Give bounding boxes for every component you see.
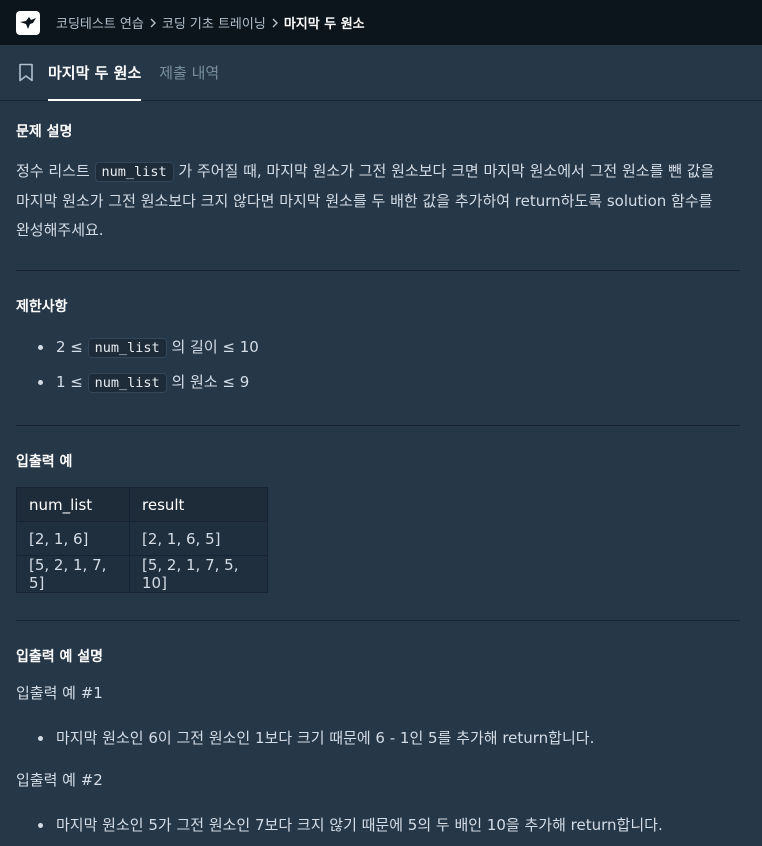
breadcrumb-coding-test[interactable]: 코딩테스트 연습 — [56, 13, 144, 32]
section-divider — [16, 425, 740, 426]
breadcrumb-current-problem: 마지막 두 원소 — [283, 17, 365, 32]
description-text: 완성해주세요. — [16, 221, 104, 239]
examples-table: num_list result [2, 1, 6] [2, 1, 6, 5] [… — [16, 487, 268, 593]
description-text: 마지막 원소가 그전 원소보다 크지 않다면 마지막 원소를 두 배한 값을 추… — [16, 192, 713, 210]
table-row: [2, 1, 6] [2, 1, 6, 5] — [16, 521, 268, 556]
constraint-text: 의 길이 ≤ 10 — [166, 338, 259, 356]
table-header-row: num_list result — [16, 487, 268, 522]
table-cell: [2, 1, 6, 5] — [129, 521, 268, 556]
example-2-list: 마지막 원소인 5가 그전 원소인 7보다 크지 않기 때문에 5의 두 배인 … — [16, 808, 740, 842]
section-heading-examples: 입출력 예 — [16, 454, 73, 470]
inline-code: num_list — [94, 162, 174, 182]
column-header: result — [129, 487, 268, 522]
problem-tab-bar: 마지막 두 원소 제출 내역 — [0, 45, 762, 101]
table-cell: [2, 1, 6] — [16, 521, 130, 556]
chevron-right-icon — [266, 18, 284, 28]
list-item: 마지막 원소인 5가 그전 원소인 7보다 크지 않기 때문에 5의 두 배인 … — [16, 808, 740, 842]
list-item: 1 ≤ num_list 의 원소 ≤ 9 — [16, 365, 740, 400]
section-divider — [16, 620, 740, 621]
tab-submissions[interactable]: 제출 내역 — [159, 45, 219, 100]
example-1-title: 입출력 예 #1 — [16, 684, 103, 702]
table-row: [5, 2, 1, 7, 5] [5, 2, 1, 7, 5, 10] — [16, 555, 268, 593]
inline-code: num_list — [87, 373, 167, 393]
constraints-list: 2 ≤ num_list 의 길이 ≤ 10 1 ≤ num_list 의 원소… — [16, 330, 740, 400]
problem-content: 문제 설명 정수 리스트 num_list 가 주어질 때, 마지막 원소가 그… — [0, 101, 762, 842]
example-2-title: 입출력 예 #2 — [16, 771, 103, 789]
inline-code: num_list — [87, 338, 167, 358]
description-text: 가 주어질 때, 마지막 원소가 그전 원소보다 크면 마지막 원소에서 그전 … — [173, 162, 715, 180]
table-cell: [5, 2, 1, 7, 5, 10] — [129, 555, 268, 593]
example-1-list: 마지막 원소인 6이 그전 원소인 1보다 크기 때문에 6 - 1인 5를 추… — [16, 721, 740, 755]
section-divider — [16, 270, 740, 271]
chevron-right-icon — [144, 18, 162, 28]
list-item: 2 ≤ num_list 의 길이 ≤ 10 — [16, 330, 740, 365]
section-heading-explanation: 입출력 예 설명 — [16, 649, 104, 665]
constraint-text: 1 ≤ — [56, 373, 88, 391]
constraint-text: 2 ≤ — [56, 338, 88, 356]
description-text: 정수 리스트 — [16, 162, 95, 180]
table-cell: [5, 2, 1, 7, 5] — [16, 555, 130, 593]
constraint-text: 의 원소 ≤ 9 — [166, 373, 250, 391]
breadcrumb-basic-training[interactable]: 코딩 기초 트레이닝 — [162, 13, 266, 32]
list-item: 마지막 원소인 6이 그전 원소인 1보다 크기 때문에 6 - 1인 5를 추… — [16, 721, 740, 755]
problem-description: 정수 리스트 num_list 가 주어질 때, 마지막 원소가 그전 원소보다… — [16, 157, 740, 245]
section-heading-description: 문제 설명 — [16, 124, 73, 140]
section-heading-constraints: 제한사항 — [16, 299, 68, 315]
bird-logo-icon[interactable] — [16, 10, 40, 35]
top-navigation-bar: 코딩테스트 연습 코딩 기초 트레이닝 마지막 두 원소 — [0, 0, 762, 45]
column-header: num_list — [16, 487, 130, 522]
tab-problem[interactable]: 마지막 두 원소 — [48, 45, 142, 101]
bookmark-icon[interactable] — [18, 45, 36, 100]
